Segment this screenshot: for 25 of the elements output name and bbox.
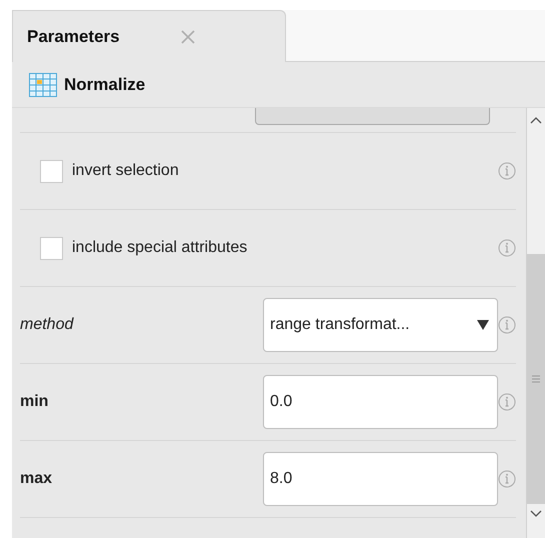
grip-icon bbox=[531, 375, 541, 383]
table-icon bbox=[29, 72, 57, 96]
cut-off-button[interactable] bbox=[255, 108, 490, 125]
parameter-label: min bbox=[20, 392, 50, 412]
checkbox-label: invert selection bbox=[72, 161, 180, 181]
info-icon[interactable] bbox=[498, 393, 516, 411]
method-dropdown[interactable]: range transformat... bbox=[263, 298, 498, 352]
parameters-tab[interactable]: Parameters bbox=[12, 10, 286, 63]
info-icon[interactable] bbox=[498, 162, 516, 180]
checkbox[interactable] bbox=[40, 160, 63, 182]
number-field[interactable]: 8.0 bbox=[263, 452, 498, 506]
scroll-down-icon[interactable] bbox=[530, 510, 542, 518]
info-icon[interactable] bbox=[498, 239, 516, 257]
checkbox-label: include special attributes bbox=[72, 238, 248, 258]
number-field[interactable]: 0.0 bbox=[263, 375, 498, 429]
scroll-up-icon[interactable] bbox=[530, 116, 542, 124]
operator-name: Normalize bbox=[64, 74, 146, 96]
parameter-label: max bbox=[20, 469, 54, 489]
close-icon[interactable] bbox=[180, 29, 196, 45]
info-icon[interactable] bbox=[498, 316, 516, 334]
info-icon[interactable] bbox=[498, 470, 516, 488]
checkbox[interactable] bbox=[40, 236, 63, 260]
parameter-label: method bbox=[20, 315, 75, 335]
scrollbar[interactable] bbox=[526, 108, 545, 538]
dropdown-arrow-icon bbox=[477, 320, 489, 330]
